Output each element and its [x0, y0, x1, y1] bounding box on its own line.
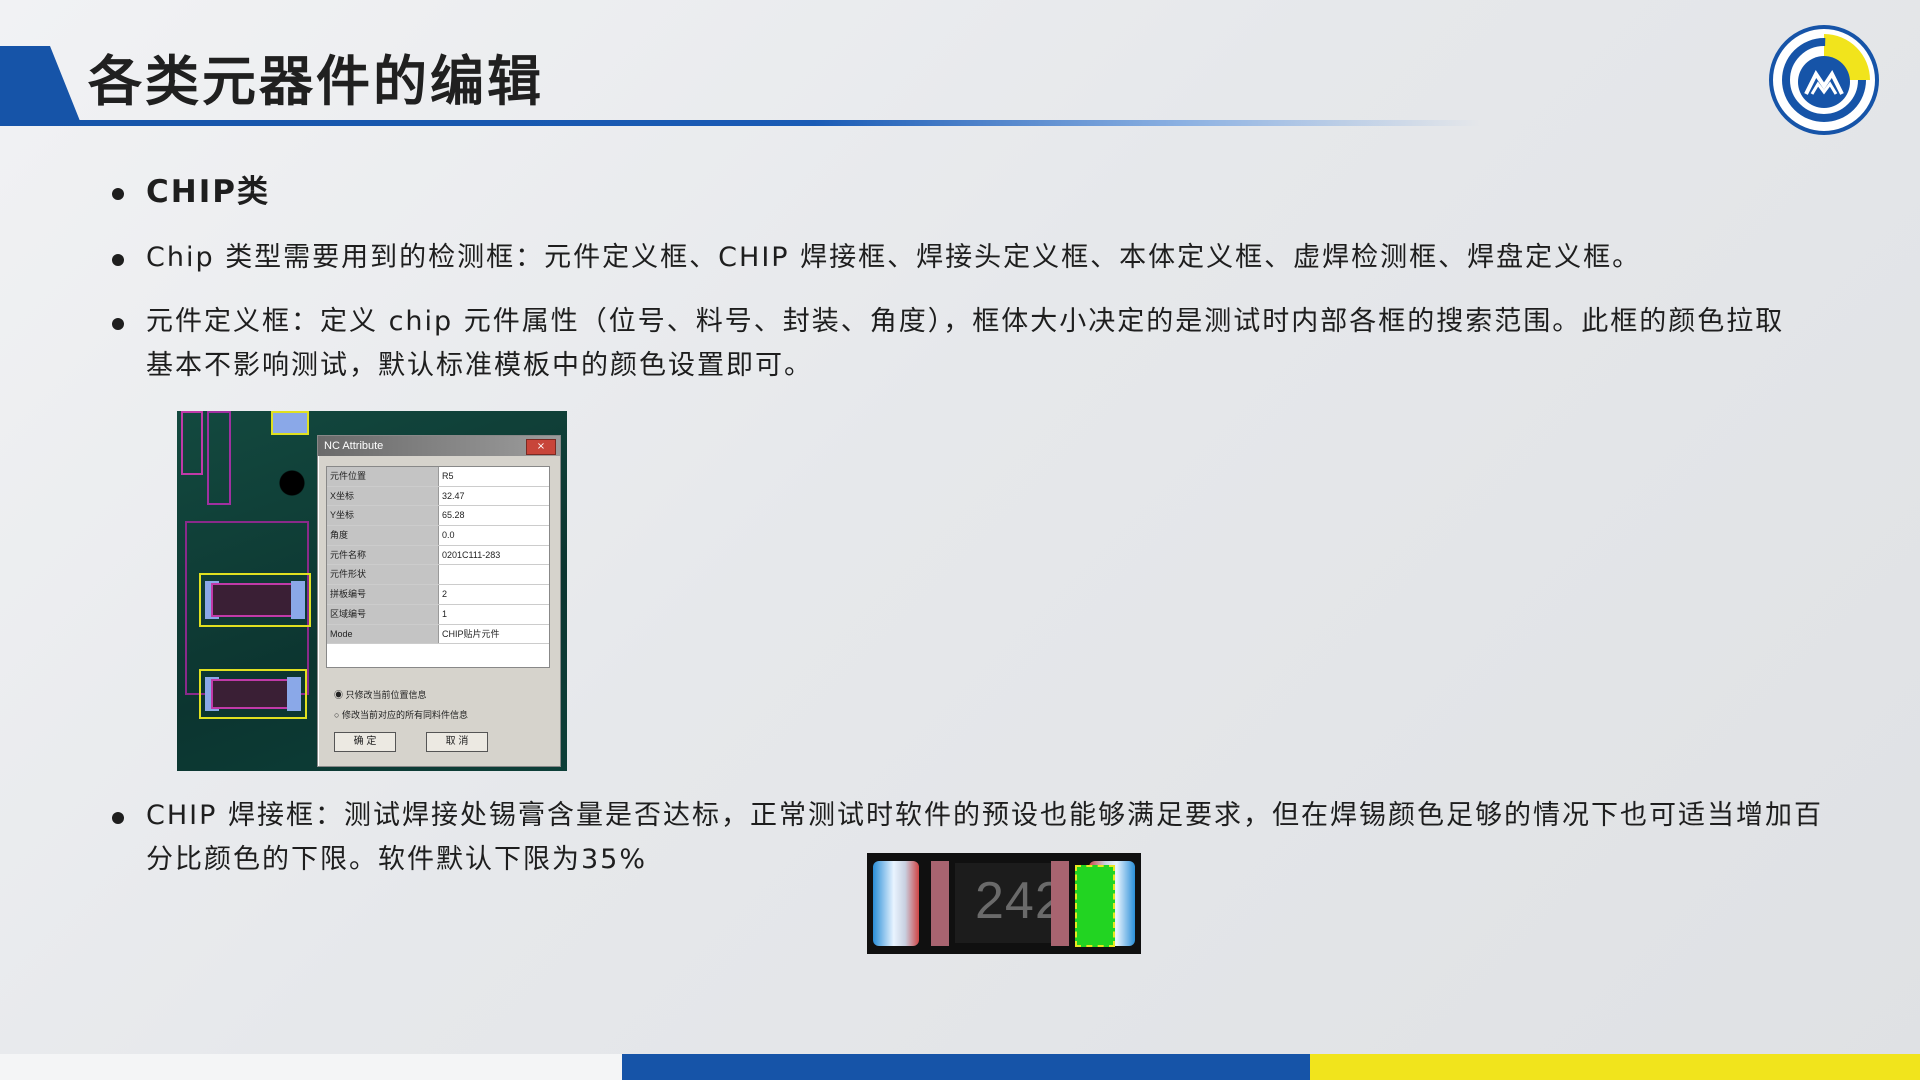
- attribute-key: 拼板编号: [327, 585, 439, 604]
- pcb-trace-box: [181, 411, 203, 475]
- attribute-row[interactable]: 拼板编号 2: [327, 585, 549, 605]
- cancel-button[interactable]: 取 消: [426, 732, 488, 752]
- solder-detection-box: [1075, 865, 1115, 947]
- dialog-title: NC Attribute: [318, 436, 560, 456]
- attribute-value[interactable]: CHIP贴片元件: [439, 625, 549, 644]
- attribute-key: 元件名称: [327, 545, 439, 565]
- attribute-row[interactable]: Mode CHIP贴片元件: [327, 624, 549, 645]
- attribute-key: 角度: [327, 526, 439, 545]
- option-current-position[interactable]: ◉ 只修改当前位置信息: [334, 688, 427, 701]
- attribute-row[interactable]: X坐标 32.47: [327, 486, 549, 507]
- chip-band: [1051, 861, 1069, 946]
- company-logo-icon: [1769, 25, 1879, 135]
- option-all-same-parts[interactable]: ○ 修改当前对应的所有同料件信息: [334, 708, 468, 721]
- attribute-key: 区域编号: [327, 604, 439, 624]
- attribute-row[interactable]: 角度 0.0: [327, 526, 549, 546]
- footer-stripe-yellow: [1310, 1054, 1920, 1080]
- page-title: 各类元器件的编辑: [88, 50, 544, 113]
- chip-left-terminal: [873, 861, 919, 946]
- chip-component-box: [199, 669, 307, 719]
- pcb-trace-box: [207, 411, 231, 505]
- attribute-row[interactable]: 区域编号 1: [327, 604, 549, 625]
- close-icon[interactable]: ×: [526, 439, 556, 455]
- attribute-value[interactable]: 0.0: [439, 526, 549, 545]
- attribute-value[interactable]: R5: [439, 467, 549, 486]
- attribute-key: 元件位置: [327, 467, 439, 486]
- attribute-grid: 元件位置 R5 X坐标 32.47 Y坐标 65.28 角度 0.0 元件名称 0201C111-…: [326, 466, 550, 668]
- attribute-value[interactable]: [439, 565, 549, 584]
- attribute-value[interactable]: 65.28: [439, 506, 549, 525]
- attribute-key: 元件形状: [327, 565, 439, 585]
- attribute-value[interactable]: 0201C111-283: [439, 546, 549, 565]
- chip-band: [931, 861, 949, 946]
- chip-component-box: [199, 573, 311, 627]
- attribute-row[interactable]: 元件形状: [327, 565, 549, 586]
- bullet-component-definition-box: 元件定义框：定义 chip 元件属性（位号、料号、封装、角度），框体大小决定的是…: [108, 300, 1806, 388]
- title-underline: [0, 120, 1480, 126]
- option-label: 修改当前对应的所有同料件信息: [341, 710, 468, 720]
- footer-stripe-white: [0, 1054, 622, 1080]
- chip-top-box: [271, 411, 309, 435]
- chip-solder-screenshot: 242: [867, 853, 1141, 954]
- attribute-row[interactable]: 元件位置 R5: [327, 467, 549, 487]
- nc-attribute-screenshot: NC Attribute × 元件位置 R5 X坐标 32.47 Y坐标 65.28 角度 0…: [177, 411, 567, 771]
- attribute-value[interactable]: 2: [439, 585, 549, 604]
- attribute-key: X坐标: [327, 486, 439, 506]
- attribute-value[interactable]: 32.47: [439, 487, 549, 506]
- attribute-row[interactable]: Y坐标 65.28: [327, 506, 549, 527]
- ok-button[interactable]: 确 定: [334, 732, 396, 752]
- bullet-chip-boxes: Chip 类型需要用到的检测框：元件定义框、CHIP 焊接框、焊接头定义框、本体…: [108, 236, 1641, 280]
- bullet-chip-heading: CHIP类: [108, 170, 270, 214]
- footer-stripe-blue: [622, 1054, 1310, 1080]
- attribute-key: Y坐标: [327, 506, 439, 526]
- title-bar: 各类元器件的编辑: [0, 46, 1920, 128]
- attribute-value[interactable]: 1: [439, 605, 549, 624]
- attribute-row[interactable]: 元件名称 0201C111-283: [327, 545, 549, 566]
- attribute-key: Mode: [327, 624, 439, 644]
- option-label: 只修改当前位置信息: [345, 690, 427, 700]
- nc-attribute-dialog: NC Attribute × 元件位置 R5 X坐标 32.47 Y坐标 65.28 角度 0…: [317, 435, 561, 767]
- title-accent-wedge: [0, 46, 82, 126]
